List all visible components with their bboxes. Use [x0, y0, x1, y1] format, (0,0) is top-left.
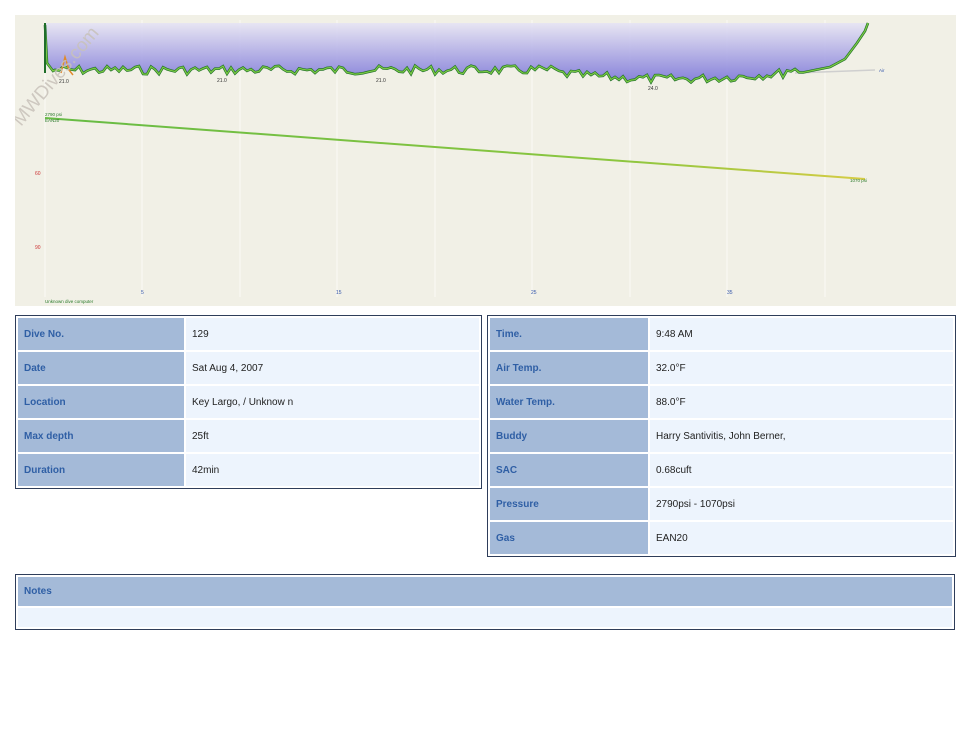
buddy-value: Harry Santivitis, John Berner, — [650, 420, 953, 452]
dive-no-label: Dive No. — [18, 318, 184, 350]
duration-value: 42min — [186, 454, 479, 486]
duration-label: Duration — [18, 454, 184, 486]
gas-label: Gas — [490, 522, 648, 554]
max-depth-label: Max depth — [18, 420, 184, 452]
table-row: Duration 42min — [18, 454, 479, 486]
dive-no-value: 129 — [186, 318, 479, 350]
table-row: Gas EAN20 — [490, 522, 953, 554]
pressure-start-label: 2790 psi — [45, 112, 62, 117]
depth-label-2: 21.0 — [217, 78, 227, 84]
date-value: Sat Aug 4, 2007 — [186, 352, 479, 384]
water-temp-label: Water Temp. — [490, 386, 648, 418]
date-label: Date — [18, 352, 184, 384]
air-temp-label: Air Temp. — [490, 352, 648, 384]
table-row: Water Temp. 88.0°F — [490, 386, 953, 418]
air-label: Air — [879, 68, 885, 73]
pressure-value: 2790psi - 1070psi — [650, 488, 953, 520]
table-row: Dive No. 129 — [18, 318, 479, 350]
buddy-label: Buddy — [490, 420, 648, 452]
dive-details-table: Time. 9:48 AM Air Temp. 32.0°F Water Tem… — [487, 315, 956, 557]
table-row: Pressure 2790psi - 1070psi — [490, 488, 953, 520]
x-tick-15: 15 — [336, 290, 342, 296]
max-depth-value: 25ft — [186, 420, 479, 452]
gas-value: EAN20 — [650, 522, 953, 554]
time-label: Time. — [490, 318, 648, 350]
location-value: Key Largo, / Unknow n — [186, 386, 479, 418]
pressure-gas-label: EAN20 — [45, 118, 60, 123]
y-tick-60: 60 — [35, 171, 41, 177]
sac-value: 0.68cuft — [650, 454, 953, 486]
table-row: Buddy Harry Santivitis, John Berner, — [490, 420, 953, 452]
sac-label: SAC — [490, 454, 648, 486]
notes-section: Notes — [15, 574, 955, 630]
air-temp-value: 32.0°F — [650, 352, 953, 384]
notes-label: Notes — [18, 577, 952, 606]
table-row: Air Temp. 32.0°F — [490, 352, 953, 384]
location-label: Location — [18, 386, 184, 418]
depth-label-3: 21.0 — [376, 78, 386, 84]
table-row: Max depth 25ft — [18, 420, 479, 452]
x-tick-5: 5 — [141, 290, 144, 296]
pressure-end-label: 1070 psi — [850, 178, 867, 183]
x-tick-35: 35 — [727, 290, 733, 296]
time-value: 9:48 AM — [650, 318, 953, 350]
dive-profile-chart: 21.0 21.0 21.0 24.0 Air 60 90 5 15 25 35… — [15, 15, 956, 306]
notes-text — [18, 608, 952, 627]
table-row: Location Key Largo, / Unknow n — [18, 386, 479, 418]
dive-summary-table: Dive No. 129 Date Sat Aug 4, 2007 Locati… — [15, 315, 482, 489]
pressure-label: Pressure — [490, 488, 648, 520]
depth-label-4: 24.0 — [648, 86, 658, 92]
dive-computer-label: Unknown dive computer — [45, 299, 94, 304]
table-row: SAC 0.68cuft — [490, 454, 953, 486]
table-row: Time. 9:48 AM — [490, 318, 953, 350]
table-row: Date Sat Aug 4, 2007 — [18, 352, 479, 384]
water-temp-value: 88.0°F — [650, 386, 953, 418]
y-tick-90: 90 — [35, 245, 41, 251]
x-tick-25: 25 — [531, 290, 537, 296]
